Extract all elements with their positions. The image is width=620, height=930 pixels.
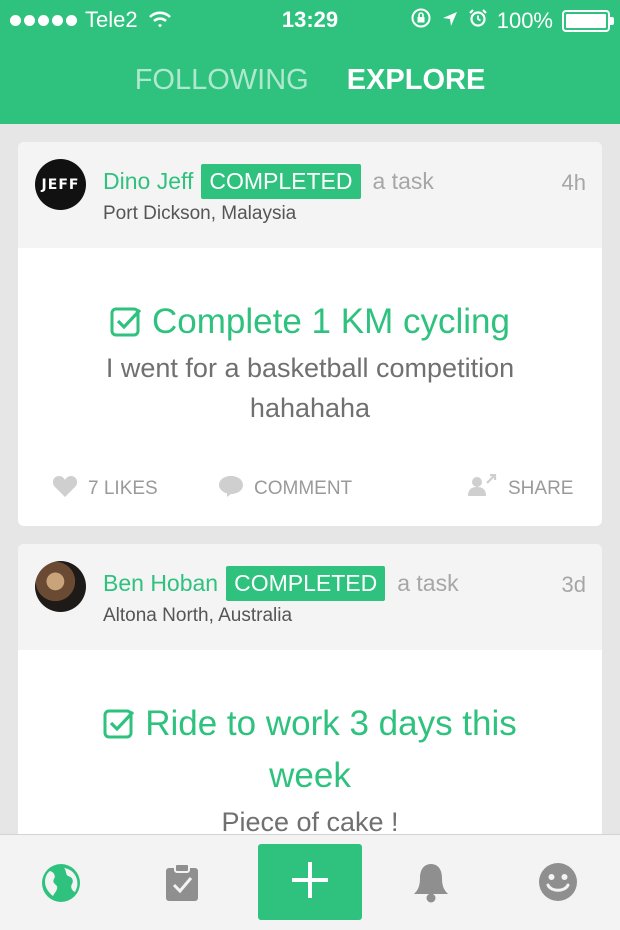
post-time: 3d: [561, 572, 586, 597]
post-actions: 7 LIKES COMMENT SHARE: [18, 444, 602, 526]
post-body[interactable]: Ride to work 3 days this week Piece of c…: [18, 650, 602, 842]
status-right: 100%: [410, 7, 614, 35]
clipboard-icon[interactable]: [165, 863, 199, 907]
status-badge: COMPLETED: [201, 164, 361, 199]
post-body[interactable]: Complete 1 KM cycling I went for a baske…: [18, 248, 602, 428]
speech-bubble-icon: [218, 474, 244, 504]
status-badge: COMPLETED: [226, 566, 386, 601]
avatar[interactable]: JEFF: [35, 159, 86, 210]
comment-button[interactable]: COMMENT: [218, 474, 352, 504]
feed-tabs: FOLLOWING EXPLORE: [0, 64, 620, 97]
task-description: I went for a basketball competition haha…: [105, 353, 515, 423]
app-header: Tele2 13:29 100% FOLLOWING EXPLORE: [0, 0, 620, 124]
heart-icon: [52, 474, 78, 504]
battery-icon: [562, 10, 614, 32]
likes-count: 7 LIKES: [88, 478, 158, 499]
tab-following[interactable]: FOLLOWING: [135, 64, 309, 97]
action-text: a task: [397, 570, 459, 596]
post-header: JEFF Dino Jeff COMPLETED a task 4h Port …: [18, 142, 602, 248]
tab-explore[interactable]: EXPLORE: [347, 64, 486, 97]
share-button[interactable]: SHARE: [468, 473, 574, 504]
action-text: a task: [372, 168, 434, 194]
user-name-link[interactable]: Ben Hoban: [103, 570, 218, 597]
avatar[interactable]: [35, 561, 86, 612]
feed-post: JEFF Dino Jeff COMPLETED a task 4h Port …: [18, 142, 602, 526]
battery-percent: 100%: [496, 8, 553, 33]
location-arrow-icon: [441, 8, 459, 34]
checkbox-checked-icon: [110, 305, 142, 342]
plus-icon: [290, 860, 330, 905]
status-bar: Tele2 13:29 100%: [0, 0, 620, 40]
post-time: 4h: [561, 170, 586, 195]
alarm-icon: [468, 8, 488, 34]
post-headline: Dino Jeff COMPLETED a task: [103, 164, 434, 199]
post-location: Port Dickson, Malaysia: [103, 203, 297, 224]
avatar-logo-text: JEFF: [41, 176, 80, 193]
bell-icon[interactable]: [412, 861, 450, 908]
feed-post: Ben Hoban COMPLETED a task 3d Altona Nor…: [18, 544, 602, 844]
task-title-line: Complete 1 KM cycling: [38, 296, 582, 348]
share-label: SHARE: [508, 478, 574, 499]
user-name-link[interactable]: Dino Jeff: [103, 168, 193, 195]
post-location: Altona North, Australia: [103, 605, 293, 626]
rotation-lock-icon: [410, 7, 432, 35]
post-header: Ben Hoban COMPLETED a task 3d Altona Nor…: [18, 544, 602, 650]
post-headline: Ben Hoban COMPLETED a task: [103, 566, 459, 601]
add-task-button[interactable]: [258, 844, 362, 920]
globe-icon[interactable]: [41, 863, 81, 908]
task-title-line: Ride to work 3 days this week: [38, 698, 582, 802]
task-title: Ride to work 3 days this week: [145, 704, 517, 795]
comment-label: COMMENT: [254, 478, 353, 499]
task-title: Complete 1 KM cycling: [152, 302, 510, 341]
checkbox-checked-icon: [103, 707, 135, 744]
share-user-icon: [468, 473, 498, 504]
smiley-icon[interactable]: [538, 862, 578, 907]
like-button[interactable]: 7 LIKES: [52, 474, 158, 504]
